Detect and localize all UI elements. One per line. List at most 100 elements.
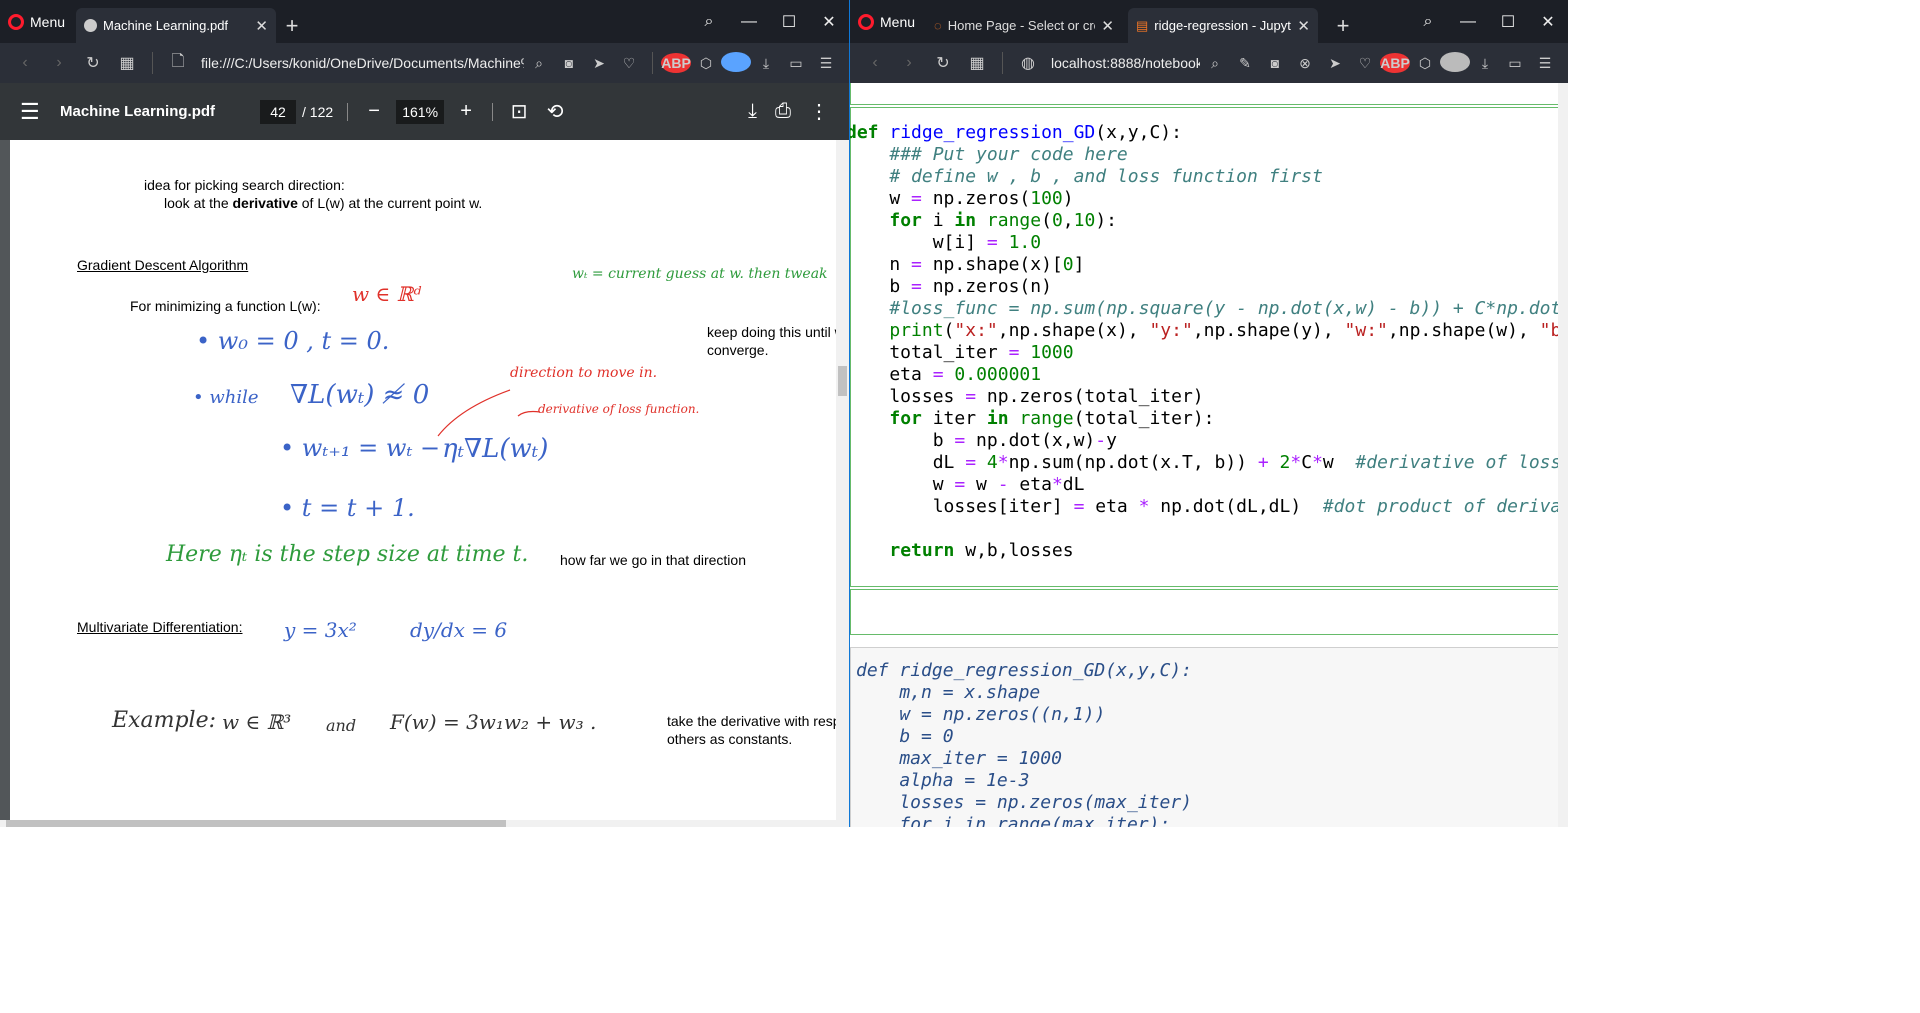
close-tab-icon[interactable]: ✕ — [1101, 17, 1114, 35]
divider — [492, 102, 494, 121]
cell-3-code[interactable]: def ridge_regression_GD(x,y,C): m,n = x.… — [856, 660, 1192, 827]
reload-icon[interactable]: ↻ — [76, 53, 110, 73]
profile-avatar-icon[interactable] — [721, 51, 751, 75]
vertical-scrollbar[interactable] — [1558, 83, 1568, 827]
page-total: / 122 — [302, 103, 334, 120]
zoom-input[interactable] — [396, 99, 445, 124]
notebook-tab-icon: ▤ — [1136, 17, 1149, 33]
print-icon[interactable]: ⎙ — [775, 100, 791, 123]
forward-icon[interactable]: › — [892, 54, 926, 72]
code-cell-solution[interactable]: def ridge_regression_GD(x,y,C): m,n = x.… — [850, 647, 1568, 827]
hw-while: • while — [193, 387, 259, 408]
minimize-button[interactable]: — — [1448, 13, 1488, 31]
fit-page-icon[interactable]: ⊡ — [507, 99, 531, 124]
close-tab-icon[interactable]: ✕ — [1297, 17, 1310, 35]
profile-avatar-icon[interactable] — [1440, 51, 1470, 75]
opera-menu-button[interactable]: Menu — [0, 0, 73, 43]
tab-title: Machine Learning.pdf — [103, 18, 229, 33]
extensions-cube-icon[interactable]: ⬡ — [691, 55, 721, 72]
more-options-icon[interactable]: ⋮ — [809, 99, 829, 124]
hw-wt-note: wₜ = current guess at w. then tweak — [572, 266, 828, 282]
close-window-button[interactable]: ✕ — [1528, 12, 1568, 32]
keep-doing-text-1: keep doing this until w — [707, 324, 836, 340]
forward-icon[interactable]: › — [42, 54, 76, 72]
easy-setup-icon[interactable]: ☰ — [1530, 55, 1560, 72]
search-tabs-icon[interactable]: ⌕ — [1408, 13, 1448, 31]
download-icon[interactable]: ⤓ — [1470, 55, 1500, 72]
battery-saver-icon[interactable]: ▭ — [1500, 55, 1530, 72]
vertical-scrollbar[interactable] — [836, 140, 849, 827]
new-tab-button[interactable]: + — [280, 8, 304, 43]
tab-bar: Menu Machine Learning.pdf ✕ + ⌕ — ☐ ✕ — [0, 0, 849, 43]
snapshot-icon[interactable]: ◙ — [554, 55, 584, 71]
tab-ridge-regression[interactable]: ▤ ridge-regression - Jupyter N ✕ — [1128, 8, 1318, 43]
file-icon: 🗋 — [171, 52, 185, 70]
idea-line-2: look at the derivative of L(w) at the cu… — [164, 195, 482, 211]
menu-label: Menu — [30, 13, 66, 30]
close-tab-icon[interactable]: ✕ — [255, 17, 268, 35]
bookmark-heart-icon[interactable]: ♡ — [614, 55, 644, 72]
hw-w0: • w₀ = 0 , t = 0. — [196, 327, 390, 355]
edit-icon[interactable]: ✎ — [1230, 55, 1260, 72]
horizontal-scrollbar[interactable] — [0, 820, 836, 827]
opera-logo-icon — [8, 13, 24, 30]
scroll-thumb[interactable] — [6, 820, 506, 827]
hw-f-eq: F(w) = 3w₁w₂ + w₃ . — [390, 710, 597, 734]
zoom-in-button[interactable]: + — [454, 100, 478, 123]
tab-machine-learning-pdf[interactable]: Machine Learning.pdf ✕ — [76, 8, 276, 43]
tab-home-page[interactable]: ◌ Home Page - Select or crea ✕ — [926, 8, 1122, 43]
cell-1-code[interactable]: def ridge_regression_GD(x,y,C): ### Put … — [850, 122, 1568, 562]
send-icon[interactable]: ➤ — [1320, 55, 1350, 72]
search-page-icon[interactable]: ⌕ — [524, 55, 554, 72]
snapshot-icon[interactable]: ◙ — [1260, 55, 1290, 71]
adblock-icon[interactable]: ABP — [1380, 53, 1410, 73]
code-cell-previous[interactable] — [850, 83, 1568, 105]
minimizing-text: For minimizing a function L(w): — [130, 298, 321, 314]
empty-cell[interactable] — [850, 589, 1568, 635]
maximize-button[interactable]: ☐ — [769, 12, 809, 32]
block-icon[interactable]: ⊗ — [1290, 55, 1320, 72]
send-icon[interactable]: ➤ — [584, 55, 614, 72]
opera-menu-button[interactable]: Menu — [850, 0, 923, 43]
hw-grad-cond: ∇L(wₜ) ≉ 0 — [290, 380, 430, 410]
multivariate-heading: Multivariate Differentiation: — [77, 619, 243, 635]
download-pdf-icon[interactable]: ⤓ — [748, 100, 757, 123]
speed-dial-icon[interactable]: ▦ — [960, 53, 994, 73]
back-icon[interactable]: ‹ — [858, 54, 892, 72]
easy-setup-icon[interactable]: ☰ — [811, 55, 841, 72]
battery-saver-icon[interactable]: ▭ — [781, 55, 811, 72]
close-window-button[interactable]: ✕ — [809, 12, 849, 32]
hw-t-update: • t = t + 1. — [280, 494, 415, 522]
zoom-out-button[interactable]: − — [362, 100, 386, 123]
scroll-thumb[interactable] — [838, 366, 847, 396]
speed-dial-icon[interactable]: ▦ — [110, 53, 144, 73]
minimize-button[interactable]: — — [729, 13, 769, 31]
new-tab-button[interactable]: + — [1331, 8, 1355, 43]
extensions-cube-icon[interactable]: ⬡ — [1410, 55, 1440, 72]
hw-here-eta: Here ηₜ is the step size at time t. — [166, 542, 529, 567]
hamburger-menu-icon[interactable]: ☰ — [20, 99, 60, 125]
code-cell-selected[interactable]: def ridge_regression_GD(x,y,C): ### Put … — [850, 107, 1568, 587]
divider — [1002, 52, 1003, 74]
bookmark-heart-icon[interactable]: ♡ — [1350, 55, 1380, 72]
search-page-icon[interactable]: ⌕ — [1200, 55, 1230, 72]
rotate-icon[interactable]: ⟲ — [543, 99, 567, 124]
url-field[interactable]: localhost:8888/notebook — [1045, 55, 1200, 71]
adblock-icon[interactable]: ABP — [661, 53, 691, 73]
page-number-input[interactable] — [260, 99, 296, 124]
back-icon[interactable]: ‹ — [8, 54, 42, 72]
hw-dy-dx: dy/dx = 6 — [410, 618, 508, 642]
keep-doing-text-2: converge. — [707, 342, 769, 358]
idea-line-2b: derivative — [232, 195, 298, 211]
url-field[interactable]: file:///C:/Users/konid/OneDrive/Document… — [195, 55, 524, 71]
hw-w0-text: w₀ = 0 , t = 0. — [217, 327, 390, 355]
search-tabs-icon[interactable]: ⌕ — [689, 13, 729, 31]
reload-icon[interactable]: ↻ — [926, 53, 960, 73]
jupyter-browser-window: Menu ◌ Home Page - Select or crea ✕ ▤ ri… — [850, 0, 1568, 827]
hw-t-update-text: t = t + 1. — [301, 494, 415, 522]
tab-title: ridge-regression - Jupyter N — [1154, 18, 1291, 33]
download-icon[interactable]: ⤓ — [751, 55, 781, 72]
hw-update-lhs: • wₜ₊₁ = wₜ − — [280, 434, 441, 462]
maximize-button[interactable]: ☐ — [1488, 12, 1528, 32]
pdf-tab-icon — [84, 19, 97, 32]
